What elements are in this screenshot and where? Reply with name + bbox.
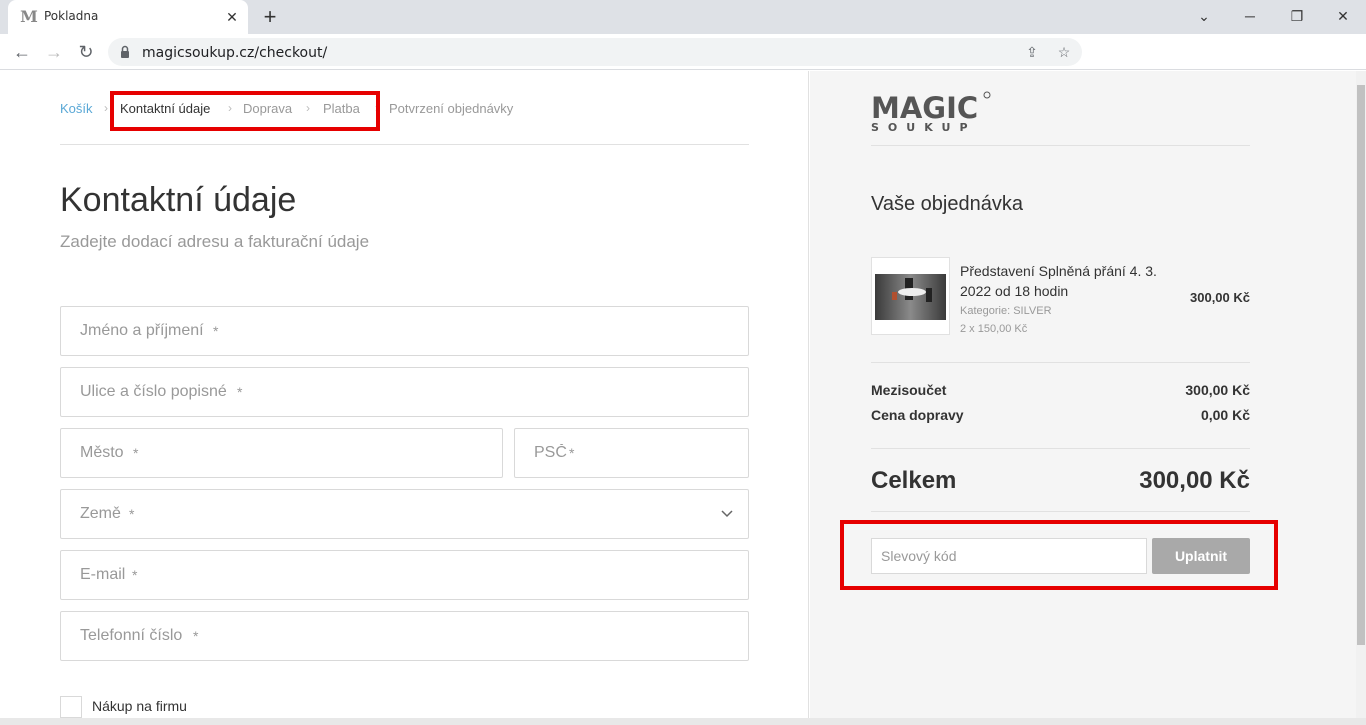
logo-graphic: MAGIC SOUKUP bbox=[871, 91, 991, 134]
breadcrumb-confirmation: Potvrzení objednávky bbox=[389, 101, 514, 116]
forward-icon[interactable]: → bbox=[42, 40, 66, 64]
required-mark: * bbox=[133, 445, 139, 461]
breadcrumb-separator: › bbox=[104, 101, 108, 115]
site-favicon-icon: M bbox=[20, 7, 38, 26]
order-title: Vaše objednávka bbox=[871, 193, 1023, 215]
tab-search-icon[interactable]: ⌄ bbox=[1192, 4, 1216, 28]
email-field[interactable]: * bbox=[60, 550, 749, 600]
order-summary-panel: MAGIC SOUKUP Vaše objednávka Představení… bbox=[810, 71, 1356, 718]
divider bbox=[871, 511, 1250, 512]
total-value: 300,00 Kč bbox=[1139, 467, 1250, 494]
back-icon[interactable]: ← bbox=[10, 40, 34, 64]
bookmark-star-icon[interactable]: ☆ bbox=[1054, 42, 1074, 62]
browser-tab[interactable]: M Pokladna ✕ bbox=[8, 0, 248, 34]
divider bbox=[871, 145, 1250, 146]
city-input[interactable] bbox=[61, 429, 502, 477]
share-icon[interactable]: ⇪ bbox=[1022, 42, 1042, 62]
reload-icon[interactable]: ↻ bbox=[74, 40, 98, 64]
total-label: Celkem bbox=[871, 467, 957, 494]
checkout-form-panel: Košík › Kontaktní údaje › Doprava › Plat… bbox=[0, 71, 809, 718]
required-mark: * bbox=[213, 323, 219, 339]
page-subtitle: Zadejte dodací adresu a fakturační údaje bbox=[60, 232, 370, 251]
browser-tab-bar: M Pokladna ✕ + ⌄ ─ ❐ ✕ bbox=[0, 0, 1366, 34]
logo-subtext: SOUKUP bbox=[871, 121, 977, 133]
email-input[interactable] bbox=[61, 551, 748, 599]
country-select[interactable]: * bbox=[60, 489, 749, 539]
lock-icon bbox=[121, 45, 129, 58]
product-category: Kategorie: SILVER bbox=[960, 305, 1052, 317]
product-name: Představení Splněná přání 4. 3. 2022 od … bbox=[960, 263, 1157, 299]
divider bbox=[60, 144, 749, 145]
country-input[interactable] bbox=[61, 490, 748, 538]
product-thumbnail bbox=[871, 257, 950, 335]
zip-field[interactable]: * bbox=[514, 428, 749, 478]
subtotal-value: 300,00 Kč bbox=[1185, 382, 1250, 398]
shipping-value: 0,00 Kč bbox=[1200, 407, 1250, 423]
tab-title: Pokladna bbox=[44, 9, 99, 23]
highlight-box-coupon bbox=[840, 520, 1278, 590]
phone-field[interactable]: * bbox=[60, 611, 749, 661]
browser-toolbar: ← → ↻ magicsoukup.cz/checkout/ ⇪ ☆ bbox=[0, 34, 1366, 70]
url-text: magicsoukup.cz/checkout/ bbox=[142, 45, 328, 61]
product-image bbox=[875, 274, 946, 320]
address-bar[interactable]: magicsoukup.cz/checkout/ ⇪ ☆ bbox=[108, 38, 1082, 66]
close-tab-icon[interactable]: ✕ bbox=[222, 7, 242, 27]
scrollbar-thumb[interactable] bbox=[1357, 85, 1365, 645]
divider bbox=[871, 448, 1250, 449]
name-field[interactable]: * bbox=[60, 306, 749, 356]
company-purchase-label: Nákup na firmu bbox=[92, 698, 187, 714]
divider bbox=[871, 362, 1250, 363]
horizontal-scrollbar[interactable] bbox=[0, 718, 1366, 725]
page-content: Košík › Kontaktní údaje › Doprava › Plat… bbox=[0, 71, 1356, 718]
street-field[interactable]: * bbox=[60, 367, 749, 417]
minimize-icon[interactable]: ─ bbox=[1238, 4, 1262, 28]
product-price: 300,00 Kč bbox=[1190, 290, 1250, 305]
phone-input[interactable] bbox=[61, 612, 748, 660]
required-mark: * bbox=[129, 506, 135, 522]
required-mark: * bbox=[237, 384, 243, 400]
shipping-label: Cena dopravy bbox=[871, 407, 964, 423]
product-quantity: 2 x 150,00 Kč bbox=[960, 323, 1028, 335]
restore-icon[interactable]: ❐ bbox=[1285, 4, 1309, 28]
required-mark: * bbox=[569, 445, 575, 461]
new-tab-icon[interactable]: + bbox=[258, 5, 282, 29]
logo-text: MAGIC bbox=[871, 91, 978, 125]
city-field[interactable]: * bbox=[60, 428, 503, 478]
breadcrumb-cart[interactable]: Košík bbox=[60, 101, 93, 116]
chevron-down-icon bbox=[721, 510, 733, 518]
magic-soukup-logo[interactable]: MAGIC SOUKUP bbox=[871, 89, 996, 134]
page-title: Kontaktní údaje bbox=[60, 181, 297, 219]
close-window-icon[interactable]: ✕ bbox=[1331, 4, 1355, 28]
company-purchase-checkbox[interactable] bbox=[60, 696, 82, 718]
highlight-box-breadcrumb bbox=[110, 91, 380, 131]
zip-input[interactable] bbox=[515, 429, 748, 477]
vertical-scrollbar[interactable] bbox=[1356, 71, 1366, 718]
street-input[interactable] bbox=[61, 368, 748, 416]
name-input[interactable] bbox=[61, 307, 748, 355]
required-mark: * bbox=[132, 567, 138, 583]
subtotal-label: Mezisoučet bbox=[871, 382, 947, 398]
required-mark: * bbox=[193, 628, 199, 644]
